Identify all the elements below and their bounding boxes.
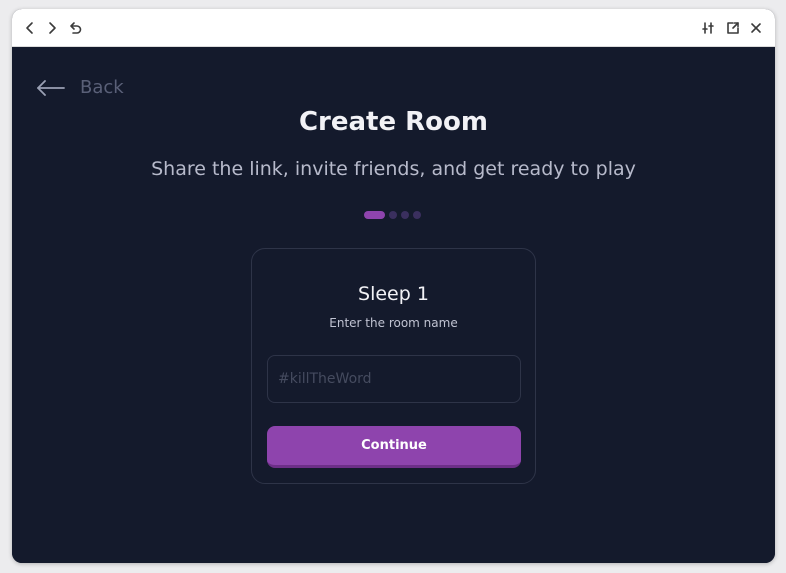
page-title: Create Room [298,107,489,137]
arrow-left-icon [37,79,65,96]
step-dot-4 [413,211,421,219]
card-subtitle: Enter the room name [329,316,458,330]
browser-toolbar [12,9,775,47]
forward-nav-button[interactable] [42,18,62,38]
settings-button[interactable] [698,18,718,38]
open-external-button[interactable] [723,18,743,38]
step-dot-2 [389,211,397,219]
card-title: Sleep 1 [358,283,429,305]
page-subtitle: Share the link, invite friends, and get … [151,158,636,180]
continue-button[interactable]: Continue [267,426,521,468]
room-card: Sleep 1 Enter the room name Continue [251,248,536,484]
step-dot-3 [401,211,409,219]
close-button[interactable] [746,18,766,38]
reload-button[interactable] [65,18,85,38]
sliders-icon [702,22,714,34]
chevron-left-icon [26,22,33,34]
back-nav-button[interactable] [20,18,40,38]
chevron-right-icon [49,22,56,34]
browser-window: Back Create Room Share the link, invite … [12,9,775,563]
undo-icon [70,22,82,34]
close-icon [751,23,761,33]
open-external-icon [727,22,739,34]
back-label: Back [80,77,124,98]
page-content: Back Create Room Share the link, invite … [12,47,775,563]
room-name-input[interactable] [267,355,521,403]
step-dot-1 [364,211,385,219]
step-indicator [364,211,421,219]
back-link[interactable]: Back [36,77,124,98]
